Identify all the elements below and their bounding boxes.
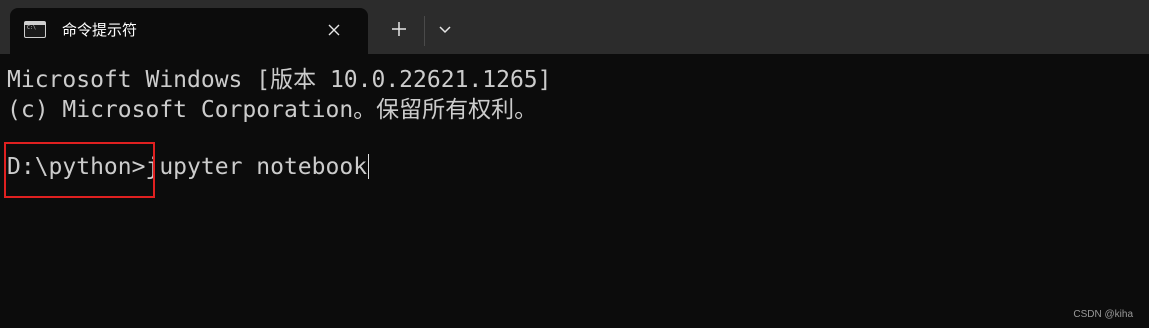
toolbar-divider — [424, 16, 425, 46]
watermark: CSDN @kiha — [1073, 309, 1133, 320]
chevron-down-icon[interactable] — [430, 14, 460, 44]
plus-icon[interactable] — [384, 14, 414, 44]
title-bar: 命令提示符 — [0, 0, 1149, 54]
close-icon[interactable] — [324, 20, 344, 40]
command-line[interactable]: D:\python>jupyter notebook — [7, 153, 370, 182]
prompt-text: D:\python> — [7, 154, 146, 180]
copyright-line: (c) Microsoft Corporation。保留所有权利。 — [7, 97, 538, 123]
console-output[interactable]: Microsoft Windows [版本 10.0.22621.1265] (… — [0, 54, 1149, 328]
command-prompt-icon — [24, 21, 46, 38]
typed-command: jupyter notebook — [145, 154, 368, 180]
tab-title: 命令提示符 — [62, 21, 138, 39]
version-line: Microsoft Windows [版本 10.0.22621.1265] — [7, 67, 552, 93]
text-cursor — [368, 154, 370, 179]
terminal-tab[interactable]: 命令提示符 — [10, 8, 368, 54]
